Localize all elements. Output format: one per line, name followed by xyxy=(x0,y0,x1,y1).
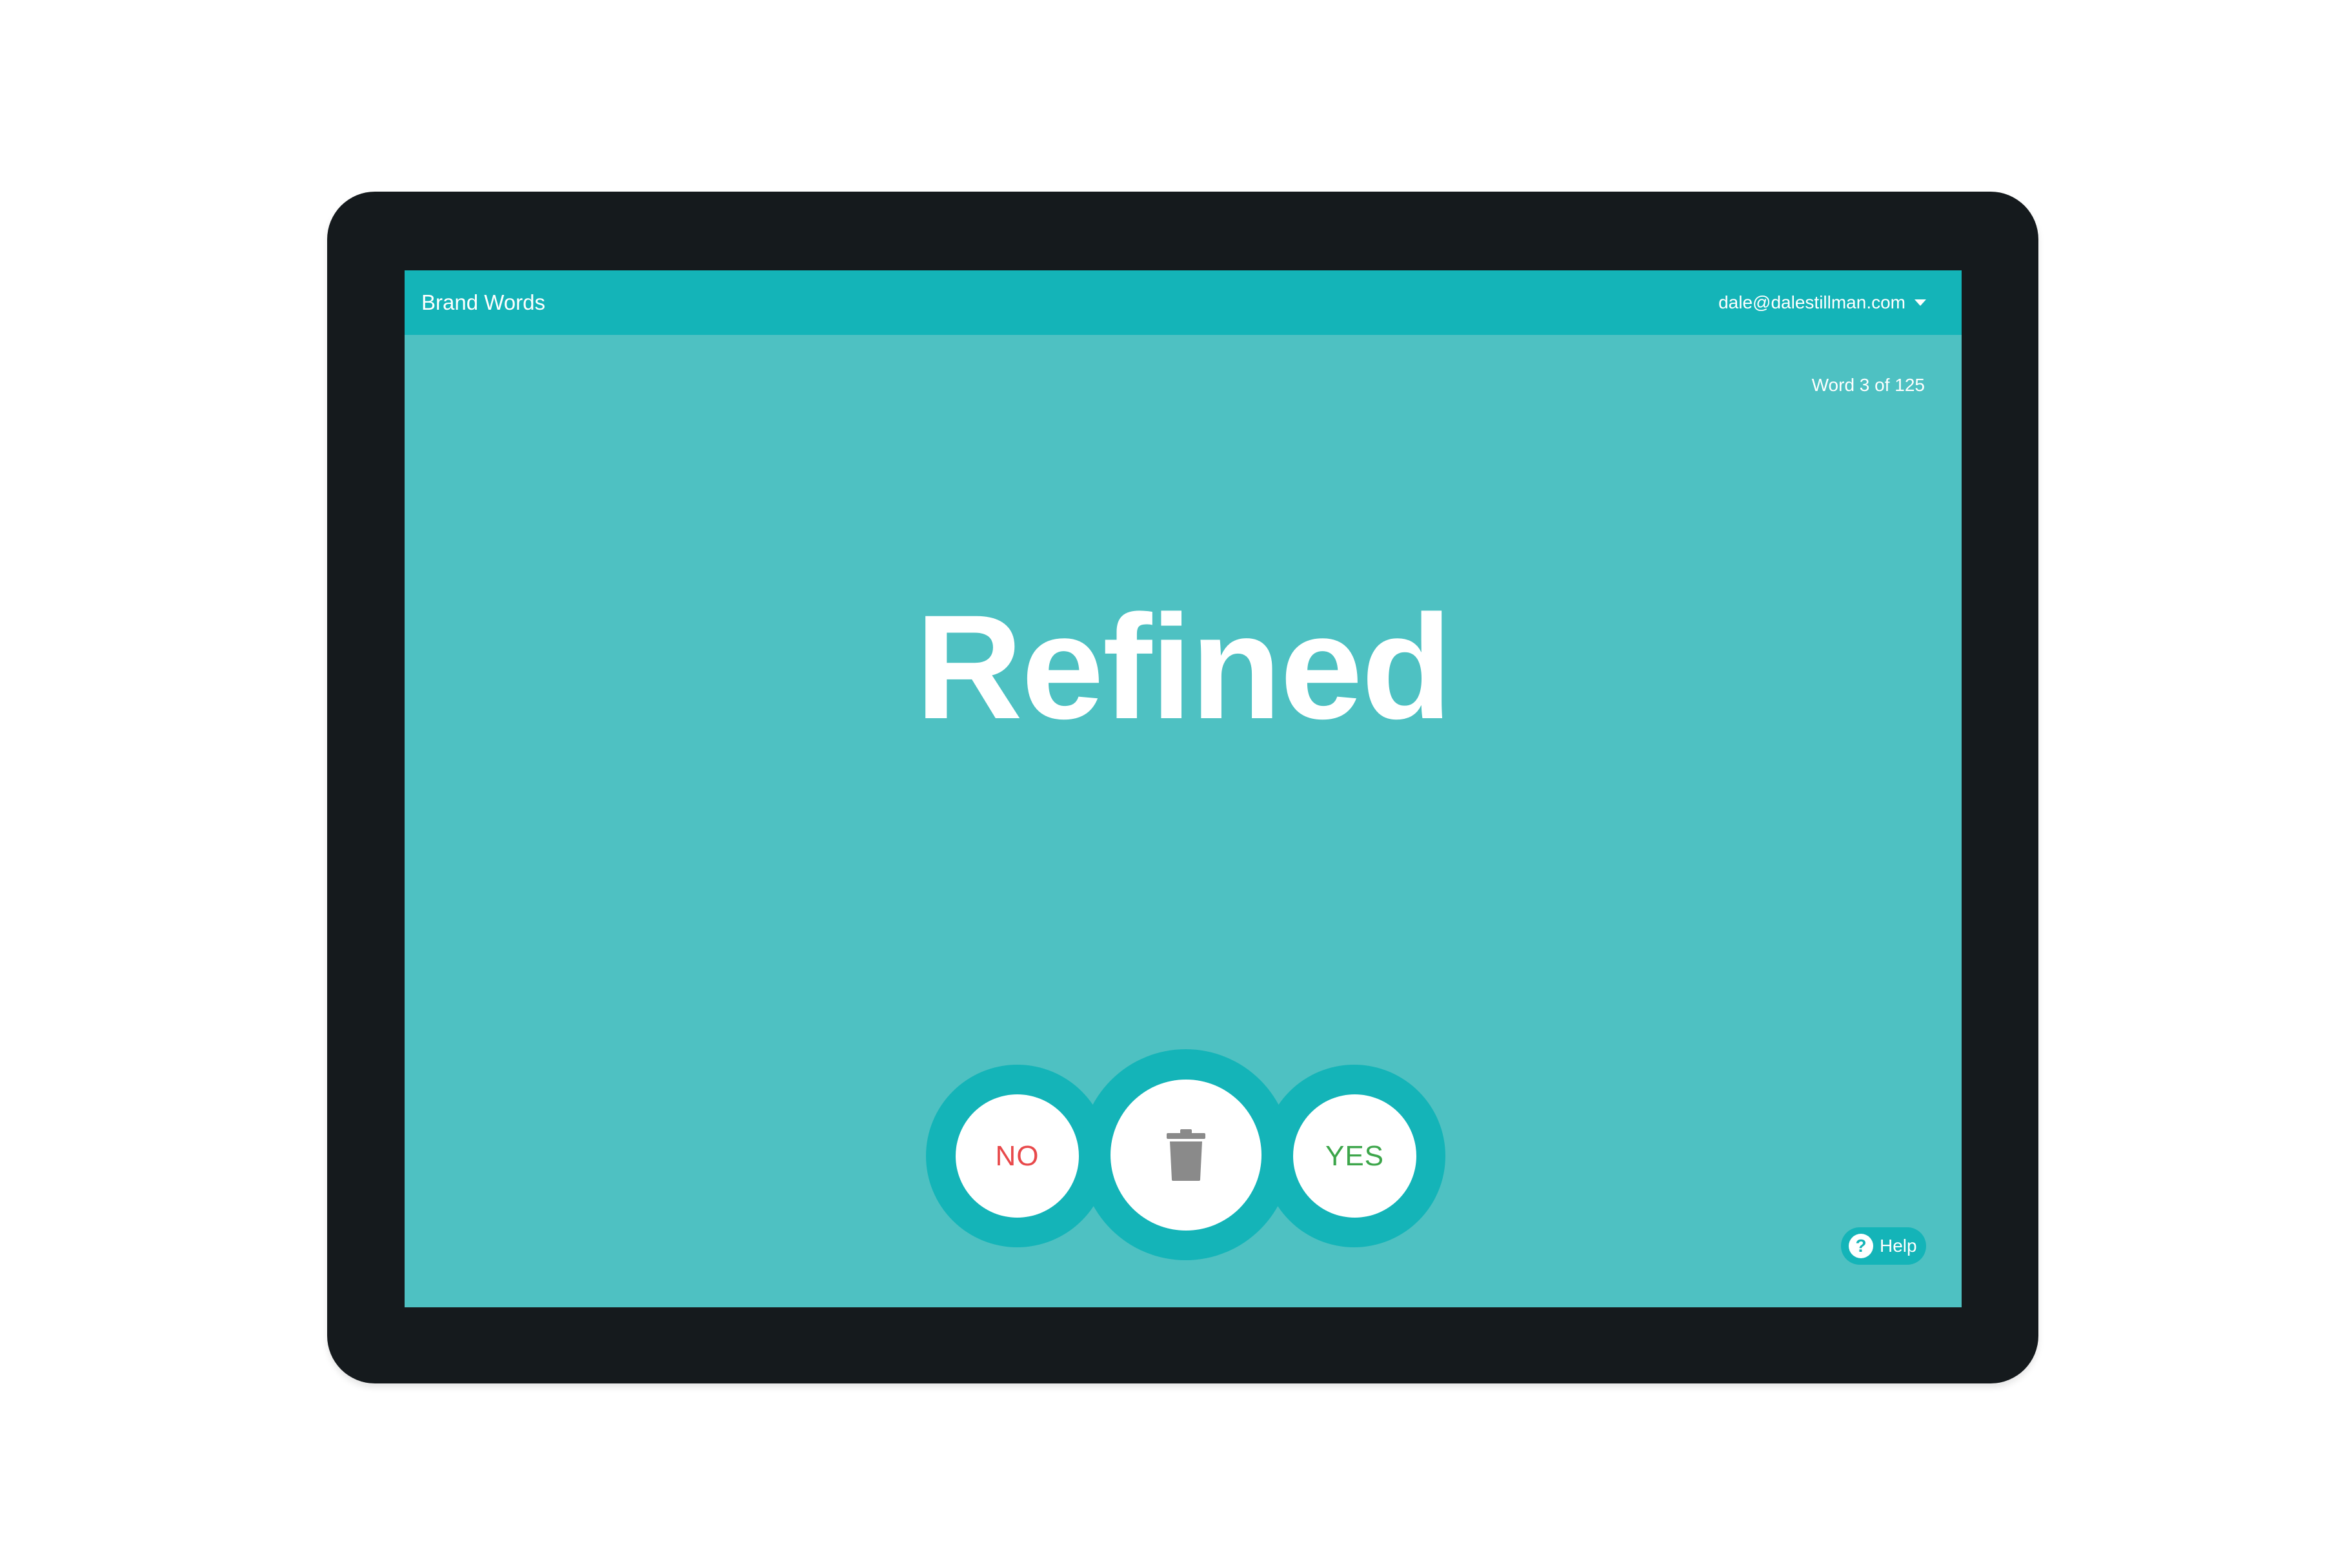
top-bar: Brand Words dale@dalestillman.com xyxy=(405,270,1962,335)
user-email: dale@dalestillman.com xyxy=(1718,292,1905,312)
no-button[interactable]: NO xyxy=(956,1094,1079,1218)
app-screen: Brand Words dale@dalestillman.com Word 3… xyxy=(405,270,1962,1307)
current-word: Refined xyxy=(915,584,1452,750)
question-icon: ? xyxy=(1849,1234,1873,1258)
app-title[interactable]: Brand Words xyxy=(421,270,545,335)
delete-button[interactable] xyxy=(1111,1080,1261,1231)
chevron-down-icon xyxy=(1915,299,1926,306)
help-button[interactable]: ? Help xyxy=(1841,1227,1926,1265)
no-button-label: NO xyxy=(995,1140,1040,1172)
word-counter: Word 3 of 125 xyxy=(1811,375,1925,395)
user-menu[interactable]: dale@dalestillman.com xyxy=(1718,270,1926,335)
trash-icon xyxy=(1167,1129,1205,1181)
yes-button-label: YES xyxy=(1325,1140,1385,1172)
page-background: Brand Words dale@dalestillman.com Word 3… xyxy=(0,0,2352,1568)
yes-button[interactable]: YES xyxy=(1293,1094,1416,1218)
help-label: Help xyxy=(1880,1236,1917,1256)
